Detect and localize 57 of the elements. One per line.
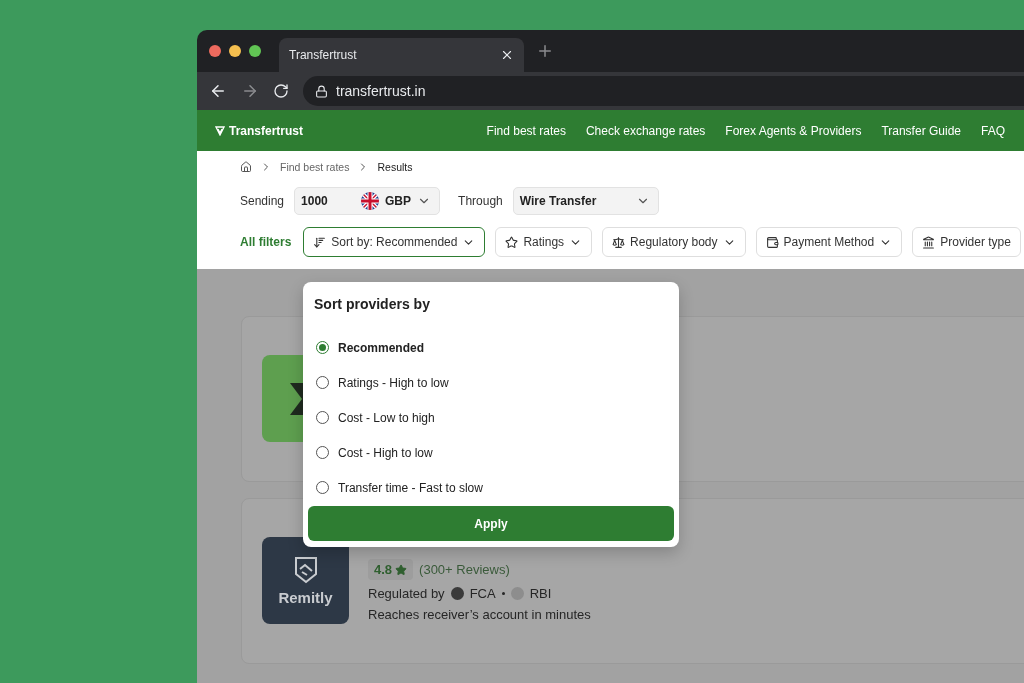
ratings-icon <box>505 235 519 249</box>
nav-link[interactable]: Check exchange rates <box>585 123 706 138</box>
site-logo[interactable]: Transfertrust <box>229 123 304 138</box>
nav-link[interactable]: Forex Agents & Providers <box>725 123 862 138</box>
sort-option[interactable]: Cost - High to low <box>308 435 674 470</box>
address-bar[interactable]: transfertrust.in <box>303 76 1024 106</box>
amount-field[interactable]: 1000 GBP <box>294 187 441 215</box>
url-text: transfertrust.in <box>336 83 426 99</box>
filter-chip[interactable]: Sort by: Recommended <box>303 227 486 257</box>
regulator-icon <box>510 587 524 600</box>
filter-chip[interactable]: Regulatory body <box>602 227 746 257</box>
nav-link[interactable]: FAQ <box>981 123 1005 138</box>
filter-chip[interactable]: Ratings <box>495 227 593 257</box>
nav-link[interactable]: Transfer Guide <box>881 123 961 138</box>
sort-option[interactable]: Cost - Low to high <box>308 400 674 435</box>
sort-icon <box>313 235 327 249</box>
sending-label: Sending <box>240 194 285 208</box>
browser-tab[interactable]: Transfertrust <box>279 38 524 72</box>
regulated-label: Regulated by <box>368 586 445 601</box>
delivery-time: Reaches receiver’s account in minutes <box>368 607 591 622</box>
review-count: (300+ Reviews) <box>419 562 510 577</box>
tab-title: Transfertrust <box>289 48 357 62</box>
all-filters-link[interactable]: All filters <box>240 235 292 249</box>
lock-icon <box>315 84 328 98</box>
filter-chip[interactable]: Payment Method <box>755 227 903 257</box>
sort-option[interactable]: Ratings - High to low <box>308 365 674 400</box>
rating-badge: 4.8 <box>368 559 414 580</box>
back-icon[interactable] <box>209 82 227 100</box>
zoom-light <box>249 45 261 57</box>
breadcrumb-link[interactable]: Results <box>377 161 413 173</box>
reload-icon[interactable] <box>273 83 289 99</box>
new-tab-icon[interactable] <box>536 42 554 60</box>
minimize-light <box>229 45 241 57</box>
through-label: Through <box>458 194 503 208</box>
star-icon <box>395 563 408 576</box>
regulator-icon <box>450 587 464 600</box>
close-light <box>209 45 221 57</box>
sort-option[interactable]: Recommended <box>308 330 674 365</box>
logo-text: Remitly <box>278 589 333 606</box>
provider-icon <box>922 235 936 249</box>
apply-button[interactable]: Apply <box>308 506 674 541</box>
method-dropdown[interactable]: Wire Transfer <box>512 187 659 215</box>
nav-link[interactable]: Find best rates <box>486 123 566 138</box>
uk-flag-icon <box>361 192 380 210</box>
close-icon[interactable] <box>500 48 514 62</box>
separator-dot <box>501 592 505 595</box>
sort-option[interactable]: Transfer time - Fast to slow <box>308 470 674 505</box>
breadcrumb-link[interactable]: Find best rates <box>280 161 350 173</box>
popup-title: Sort providers by <box>314 296 431 312</box>
regulator-name: FCA <box>469 586 496 601</box>
filter-chip[interactable]: Provider type <box>912 227 1021 257</box>
home-icon[interactable] <box>240 161 252 173</box>
forward-icon[interactable] <box>241 82 259 100</box>
regulatory-icon <box>612 235 626 249</box>
regulator-name: RBI <box>529 586 552 601</box>
logo-icon <box>215 125 225 136</box>
payment-icon <box>765 235 779 249</box>
